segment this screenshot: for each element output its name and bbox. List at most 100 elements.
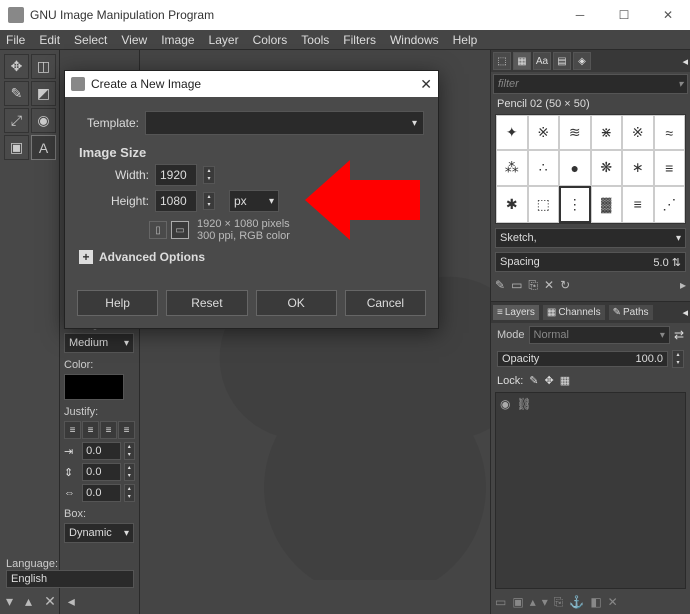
line-spacing-input[interactable]: 0.0 — [82, 463, 120, 481]
patterns-tab-icon[interactable]: ▦ — [513, 52, 531, 70]
brush-preset-select[interactable]: Sketch,▾ — [495, 228, 686, 248]
mode-select[interactable]: Normal▾ — [529, 326, 670, 344]
lower-layer-icon[interactable]: ▾ — [542, 595, 548, 610]
template-select[interactable]: ▾ — [145, 111, 424, 135]
link-icon[interactable]: ⛓ — [516, 397, 531, 411]
color-swatch[interactable] — [64, 374, 124, 400]
brush-action-icons: ✎ ▭ ⎘ ✕ ↻ ▸ — [491, 274, 690, 297]
menu-file[interactable]: File — [6, 33, 25, 47]
dup-layer-icon[interactable]: ⎘ — [554, 595, 564, 610]
width-spinner[interactable]: ▴▾ — [203, 166, 215, 184]
new-layer-icon[interactable]: ▭ — [495, 595, 506, 610]
letter-spacing-input[interactable]: 0.0 — [82, 484, 120, 502]
minimize-button[interactable]: ─ — [558, 0, 602, 30]
hinting-select[interactable]: Medium▾ — [64, 333, 134, 353]
restore-preset-icon[interactable]: ▴ — [25, 593, 32, 610]
layer-list[interactable]: ◉ ⛓ — [495, 392, 686, 589]
mode-label: Mode — [497, 329, 525, 341]
image-size-heading: Image Size — [79, 145, 424, 160]
menu-image[interactable]: Image — [161, 33, 194, 47]
menu-help[interactable]: Help — [453, 33, 478, 47]
menu-select[interactable]: Select — [74, 33, 107, 47]
height-spinner[interactable]: ▴▾ — [203, 192, 215, 210]
mode-switch-icon[interactable]: ⇄ — [674, 328, 684, 342]
fonts-tab-icon[interactable]: Aa — [533, 52, 551, 70]
crop-tool[interactable]: ◩ — [31, 81, 56, 106]
advanced-options-toggle[interactable]: + Advanced Options — [79, 250, 424, 264]
unit-select[interactable]: px▾ — [229, 190, 279, 212]
dialog-close-button[interactable]: ✕ — [420, 76, 432, 93]
maximize-button[interactable]: ☐ — [602, 0, 646, 30]
box-select[interactable]: Dynamic▾ — [64, 523, 134, 543]
opacity-slider[interactable]: Opacity 100.0 — [497, 351, 668, 367]
menu-windows[interactable]: Windows — [390, 33, 439, 47]
landscape-icon[interactable]: ▭ — [171, 221, 189, 239]
warp-tool[interactable]: ◉ — [31, 108, 56, 133]
refresh-brush-icon[interactable]: ↻ — [560, 278, 570, 293]
window-titlebar: GNU Image Manipulation Program ─ ☐ ✕ — [0, 0, 690, 30]
reset-preset-icon[interactable]: ◂ — [68, 593, 75, 610]
indent-input[interactable]: 0.0 — [82, 442, 120, 460]
move-tool[interactable]: ✥ — [4, 54, 29, 79]
del-brush-icon[interactable]: ✕ — [544, 278, 554, 293]
width-label: Width: — [89, 168, 149, 182]
menu-edit[interactable]: Edit — [39, 33, 60, 47]
menu-filters[interactable]: Filters — [343, 33, 376, 47]
transform-tool[interactable]: ⤢ — [4, 108, 29, 133]
info-dimensions: 1920 × 1080 pixels — [197, 218, 290, 230]
menu-layer[interactable]: Layer — [209, 33, 239, 47]
brush-grid[interactable]: ✦※≋⋇※≈ ⁂∴●❋∗≡ ✱⬚⋮▓≡⋰ — [495, 114, 686, 224]
merge-layer-icon[interactable]: ⚓ — [569, 595, 584, 610]
brush-filter-input[interactable]: filter▾ — [493, 74, 688, 94]
justify-fill[interactable]: ≡ — [118, 421, 135, 439]
cancel-button[interactable]: Cancel — [345, 290, 426, 316]
images-tab-icon[interactable]: ◈ — [573, 52, 591, 70]
visibility-icon[interactable]: ◉ — [500, 397, 510, 411]
help-button[interactable]: Help — [77, 290, 158, 316]
layers-tab[interactable]: ≡ Layers — [493, 305, 539, 320]
layers-config-icon[interactable]: ◂ — [682, 306, 688, 319]
reset-button[interactable]: Reset — [166, 290, 247, 316]
raise-layer-icon[interactable]: ▴ — [530, 595, 536, 610]
dialog-titlebar[interactable]: Create a New Image ✕ — [65, 71, 438, 97]
rect-select-tool[interactable]: ◫ — [31, 54, 56, 79]
brush-spacing-slider[interactable]: Spacing 5.0 ⇅ — [495, 252, 686, 272]
bucket-tool[interactable]: ▣ — [4, 135, 29, 160]
lock-alpha-icon[interactable]: ▦ — [560, 374, 570, 387]
text-tool[interactable]: A — [31, 135, 56, 160]
free-select-tool[interactable]: ✎ — [4, 81, 29, 106]
history-tab-icon[interactable]: ▤ — [553, 52, 571, 70]
info-resolution: 300 ppi, RGB color — [197, 230, 290, 242]
layer-group-icon[interactable]: ▣ — [512, 595, 523, 610]
mask-layer-icon[interactable]: ◧ — [590, 595, 601, 610]
open-folder-icon[interactable]: ▸ — [680, 278, 686, 293]
menu-colors[interactable]: Colors — [253, 33, 288, 47]
dup-brush-icon[interactable]: ⎘ — [528, 278, 538, 293]
current-brush-label: Pencil 02 (50 × 50) — [491, 96, 690, 112]
language-input[interactable]: English — [6, 570, 134, 588]
justify-center[interactable]: ≡ — [100, 421, 117, 439]
ok-button[interactable]: OK — [256, 290, 337, 316]
lock-pixels-icon[interactable]: ✎ — [529, 374, 538, 387]
delete-preset-icon[interactable]: ✕ — [44, 593, 56, 610]
menu-bar: File Edit Select View Image Layer Colors… — [0, 30, 690, 50]
paths-tab[interactable]: ✎ Paths — [609, 305, 653, 320]
new-brush-icon[interactable]: ▭ — [511, 278, 522, 293]
delete-layer-icon[interactable]: ✕ — [608, 595, 618, 610]
save-preset-icon[interactable]: ▾ — [6, 593, 13, 610]
app-icon — [8, 7, 24, 23]
portrait-icon[interactable]: ▯ — [149, 221, 167, 239]
height-input[interactable]: 1080 — [155, 190, 197, 212]
justify-right[interactable]: ≡ — [82, 421, 99, 439]
channels-tab[interactable]: ▦ Channels — [543, 305, 605, 320]
justify-left[interactable]: ≡ — [64, 421, 81, 439]
lock-position-icon[interactable]: ✥ — [545, 374, 554, 387]
dock-config-icon[interactable]: ◂ — [682, 55, 688, 68]
brushes-tab-icon[interactable]: ⬚ — [493, 52, 511, 70]
lock-label: Lock: — [497, 375, 523, 387]
menu-tools[interactable]: Tools — [301, 33, 329, 47]
edit-brush-icon[interactable]: ✎ — [495, 278, 505, 293]
width-input[interactable]: 1920 — [155, 164, 197, 186]
close-button[interactable]: ✕ — [646, 0, 690, 30]
menu-view[interactable]: View — [121, 33, 147, 47]
